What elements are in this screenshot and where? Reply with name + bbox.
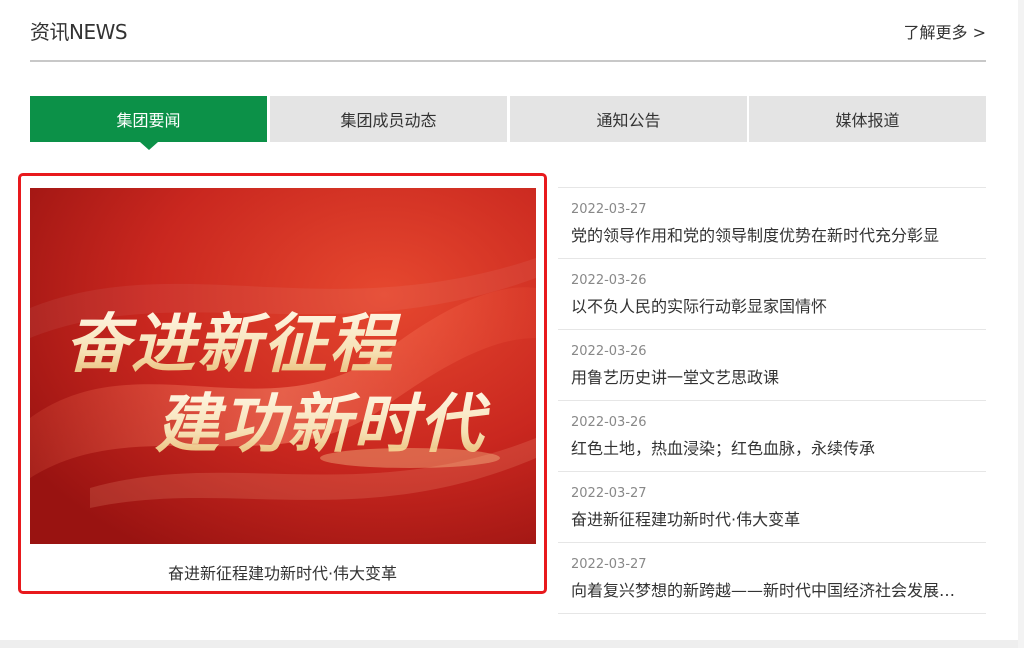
news-date: 2022-03-27 <box>571 202 647 217</box>
news-date: 2022-03-27 <box>571 486 647 501</box>
news-date: 2022-03-27 <box>571 557 647 572</box>
news-title[interactable]: 红色土地，热血浸染；红色血脉，永续传承 <box>571 439 976 459</box>
news-item[interactable]: 2022-03-26 红色土地，热血浸染；红色血脉，永续传承 <box>558 401 986 472</box>
section-title: 资讯NEWS <box>30 20 128 44</box>
news-tabs: 集团要闻 集团成员动态 通知公告 媒体报道 <box>30 96 986 150</box>
news-item[interactable]: 2022-03-27 奋进新征程建功新时代·伟大变革 <box>558 472 986 543</box>
featured-news-caption[interactable]: 奋进新征程建功新时代·伟大变革 <box>21 560 544 584</box>
news-date: 2022-03-26 <box>571 344 647 359</box>
banner-line-1: 奋进新征程 <box>65 308 402 382</box>
tab-member-updates[interactable]: 集团成员动态 <box>270 96 507 142</box>
page-edge <box>1018 0 1024 648</box>
tab-group-news[interactable]: 集团要闻 <box>30 96 267 150</box>
news-date: 2022-03-26 <box>571 415 647 430</box>
news-title[interactable]: 向着复兴梦想的新跨越——新时代中国经济社会发展… <box>571 581 976 601</box>
news-item[interactable]: 2022-03-27 向着复兴梦想的新跨越——新时代中国经济社会发展… <box>558 543 986 614</box>
tab-notices[interactable]: 通知公告 <box>510 96 747 142</box>
news-title[interactable]: 用鲁艺历史讲一堂文艺思政课 <box>571 368 976 388</box>
news-list: 2022-03-27 党的领导作用和党的领导制度优势在新时代充分彰显 2022-… <box>558 187 986 614</box>
news-section-header: 资讯NEWS 了解更多 > <box>30 0 986 62</box>
news-item[interactable]: 2022-03-26 用鲁艺历史讲一堂文艺思政课 <box>558 330 986 401</box>
more-link[interactable]: 了解更多 > <box>904 19 987 43</box>
news-item[interactable]: 2022-03-26 以不负人民的实际行动彰显家国情怀 <box>558 259 986 330</box>
featured-news-card[interactable]: 奋进新征程 建功新时代 奋进新征程建功新时代·伟大变革 <box>18 173 547 594</box>
news-date: 2022-03-26 <box>571 273 647 288</box>
news-item[interactable]: 2022-03-27 党的领导作用和党的领导制度优势在新时代充分彰显 <box>558 188 986 259</box>
footer-divider <box>0 640 1024 648</box>
featured-news-image[interactable]: 奋进新征程 建功新时代 <box>30 188 536 544</box>
news-title[interactable]: 以不负人民的实际行动彰显家国情怀 <box>571 297 976 317</box>
tab-media-reports[interactable]: 媒体报道 <box>749 96 986 142</box>
news-title[interactable]: 党的领导作用和党的领导制度优势在新时代充分彰显 <box>571 226 976 246</box>
news-title[interactable]: 奋进新征程建功新时代·伟大变革 <box>571 510 976 530</box>
